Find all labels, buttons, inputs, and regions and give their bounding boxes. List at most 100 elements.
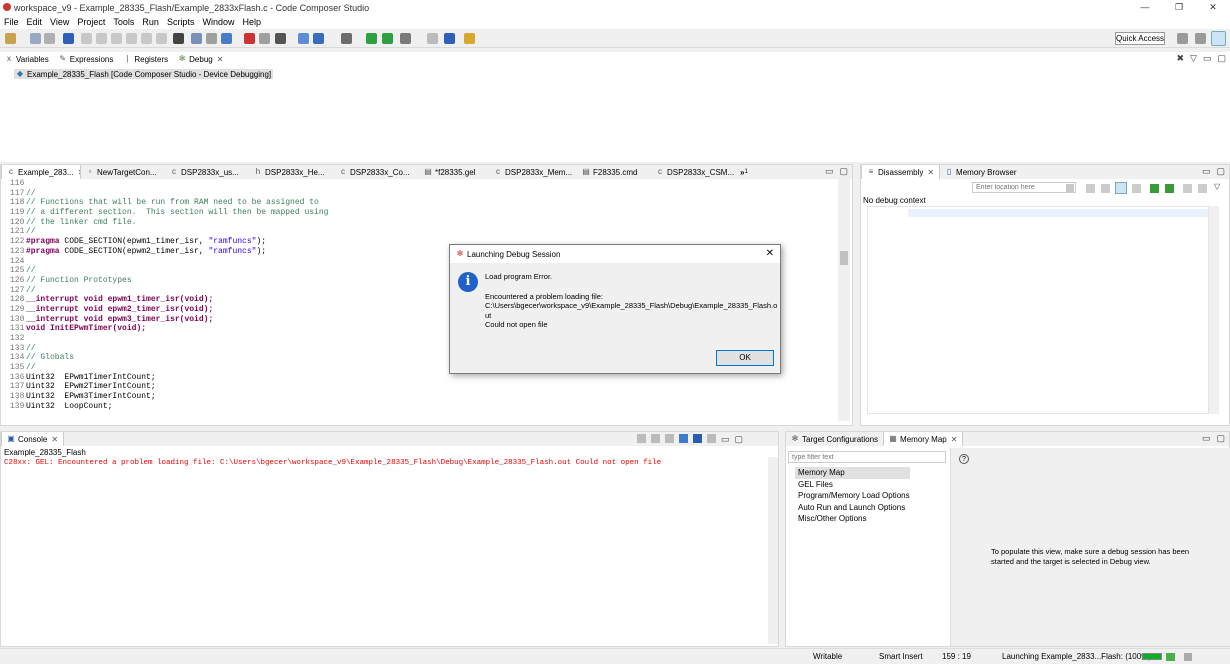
tab-registers[interactable]: | Registers	[118, 52, 173, 66]
editor-scrollbar[interactable]	[838, 179, 850, 421]
progress-view-icon[interactable]	[1166, 653, 1175, 661]
tab-disassembly[interactable]: ≡ Disassembly ✕	[861, 165, 941, 179]
memory-icon[interactable]	[173, 33, 184, 44]
remove-all-icon[interactable]: ✖	[1177, 53, 1185, 64]
maximize-view-icon[interactable]: ▢	[839, 166, 848, 177]
menu-view[interactable]: View	[46, 17, 73, 27]
restart-icon[interactable]	[313, 33, 324, 44]
menu-scripts[interactable]: Scripts	[163, 17, 199, 27]
dialog-close-icon[interactable]: ✕	[766, 248, 774, 259]
step-icon[interactable]	[1150, 184, 1159, 193]
editor-tab-mem[interactable]: c DSP2833x_Mem...	[489, 165, 577, 179]
tab-expressions[interactable]: ✎ Expressions	[54, 52, 119, 66]
console-scrollbar[interactable]	[768, 457, 778, 644]
editor-tab-co[interactable]: c DSP2833x_Co...	[334, 165, 419, 179]
suspend-icon[interactable]	[96, 33, 107, 44]
editor-tab-overflow[interactable]: » 1	[735, 165, 757, 179]
scroll-thumb[interactable]	[840, 251, 848, 265]
menu-file[interactable]: File	[0, 17, 23, 27]
location-input[interactable]	[972, 182, 1076, 193]
tab-variables[interactable]: x Variables	[0, 52, 54, 66]
build-icon[interactable]	[191, 33, 202, 44]
new-icon[interactable]	[5, 33, 16, 44]
minimize-view-icon[interactable]: ▭	[1203, 53, 1212, 64]
status-menu-icon[interactable]	[1184, 653, 1192, 661]
minimize-view-icon[interactable]: ▭	[825, 166, 834, 177]
tab-console[interactable]: ▣ Console ✕	[1, 432, 65, 446]
flash-icon[interactable]	[275, 33, 286, 44]
maximize-view-icon[interactable]: ▢	[1216, 433, 1225, 444]
search-icon[interactable]	[444, 33, 455, 44]
tab-debug[interactable]: ✻ Debug ✕	[173, 52, 228, 66]
tree-item-memory-map[interactable]: Memory Map	[795, 467, 910, 479]
perspective-icon[interactable]	[1177, 33, 1188, 44]
clear-console-icon[interactable]	[637, 434, 646, 443]
view-menu-icon[interactable]: ▽	[1214, 182, 1220, 191]
link-icon[interactable]	[1086, 184, 1095, 193]
step-over-asm-icon[interactable]	[1165, 184, 1174, 193]
maximize-view-icon[interactable]: ▢	[1217, 53, 1226, 64]
minimize-view-icon[interactable]: ▭	[721, 434, 730, 445]
maximize-button[interactable]: ❐	[1162, 0, 1196, 15]
terminal-icon[interactable]	[63, 33, 74, 44]
connect-icon[interactable]	[206, 33, 217, 44]
save-icon[interactable]	[30, 33, 41, 44]
maximize-view-icon[interactable]: ▢	[735, 434, 744, 445]
close-icon[interactable]: ✕	[51, 435, 58, 444]
export-icon[interactable]	[1198, 184, 1207, 193]
ccs-edit-perspective-icon[interactable]	[1195, 33, 1206, 44]
close-button[interactable]: ✕	[1196, 0, 1230, 15]
debug-session-item[interactable]: ◆ Example_28335_Flash [Code Composer Stu…	[14, 69, 274, 79]
word-wrap-icon[interactable]	[665, 434, 674, 443]
tree-item-misc[interactable]: Misc/Other Options	[798, 513, 910, 525]
minimize-view-icon[interactable]: ▭	[1202, 433, 1211, 444]
tools-icon[interactable]	[400, 33, 411, 44]
sync-icon[interactable]	[1115, 182, 1127, 194]
save-all-icon[interactable]	[44, 33, 55, 44]
go-icon[interactable]	[1066, 184, 1074, 192]
quick-access-field[interactable]: Quick Access	[1115, 32, 1165, 45]
new-view-icon[interactable]	[1183, 184, 1192, 193]
tree-item-gel-files[interactable]: GEL Files	[798, 479, 910, 491]
maximize-view-icon[interactable]: ▢	[1216, 166, 1225, 177]
step-return-icon[interactable]	[156, 33, 167, 44]
menu-tools[interactable]: Tools	[109, 17, 138, 27]
menu-run[interactable]: Run	[138, 17, 163, 27]
tab-memory-map[interactable]: ▦ Memory Map ✕	[883, 432, 964, 446]
ok-button[interactable]: OK	[716, 350, 774, 366]
terminate-icon[interactable]	[111, 33, 122, 44]
tab-target-configurations[interactable]: ✻ Target Configurations	[786, 432, 883, 446]
editor-tab-us[interactable]: c DSP2833x_us...	[165, 165, 249, 179]
close-icon[interactable]: ✕	[217, 55, 224, 64]
minimize-button[interactable]: —	[1128, 0, 1162, 15]
help-icon[interactable]: ?	[959, 454, 969, 464]
run-green-icon[interactable]	[366, 33, 377, 44]
display-console-icon[interactable]	[693, 434, 702, 443]
tab-memory-browser[interactable]: ▯ Memory Browser	[940, 165, 1021, 179]
tree-item-auto-run[interactable]: Auto Run and Launch Options	[798, 502, 910, 514]
open-perspective-icon[interactable]	[427, 33, 438, 44]
run-last-icon[interactable]	[382, 33, 393, 44]
ccs-debug-perspective-icon[interactable]	[1211, 31, 1226, 46]
editor-tab-example[interactable]: cExample_283...✕	[1, 165, 81, 179]
menu-window[interactable]: Window	[198, 17, 238, 27]
editor-tab-gel[interactable]: ▤ *f28335.gel	[419, 165, 489, 179]
disassembly-scrollbar[interactable]	[1209, 206, 1219, 414]
reset-icon[interactable]	[298, 33, 309, 44]
pin-icon[interactable]	[464, 33, 475, 44]
step-over-icon[interactable]	[141, 33, 152, 44]
view-menu-icon[interactable]: ▽	[1190, 53, 1197, 64]
debug-icon[interactable]	[221, 33, 232, 44]
filter-input[interactable]	[788, 451, 946, 463]
close-icon[interactable]: ✕	[927, 168, 934, 177]
skip-breakpoints-icon[interactable]	[259, 33, 270, 44]
menu-project[interactable]: Project	[73, 17, 109, 27]
editor-tab-csm[interactable]: c DSP2833x_CSM...	[651, 165, 735, 179]
step-into-icon[interactable]	[126, 33, 137, 44]
home-icon[interactable]	[1101, 184, 1110, 193]
editor-tab-he[interactable]: h DSP2833x_He...	[249, 165, 334, 179]
open-console-icon[interactable]	[707, 434, 716, 443]
scroll-lock-icon[interactable]	[651, 434, 660, 443]
minimize-view-icon[interactable]: ▭	[1202, 166, 1211, 177]
pin-console-icon[interactable]	[679, 434, 688, 443]
